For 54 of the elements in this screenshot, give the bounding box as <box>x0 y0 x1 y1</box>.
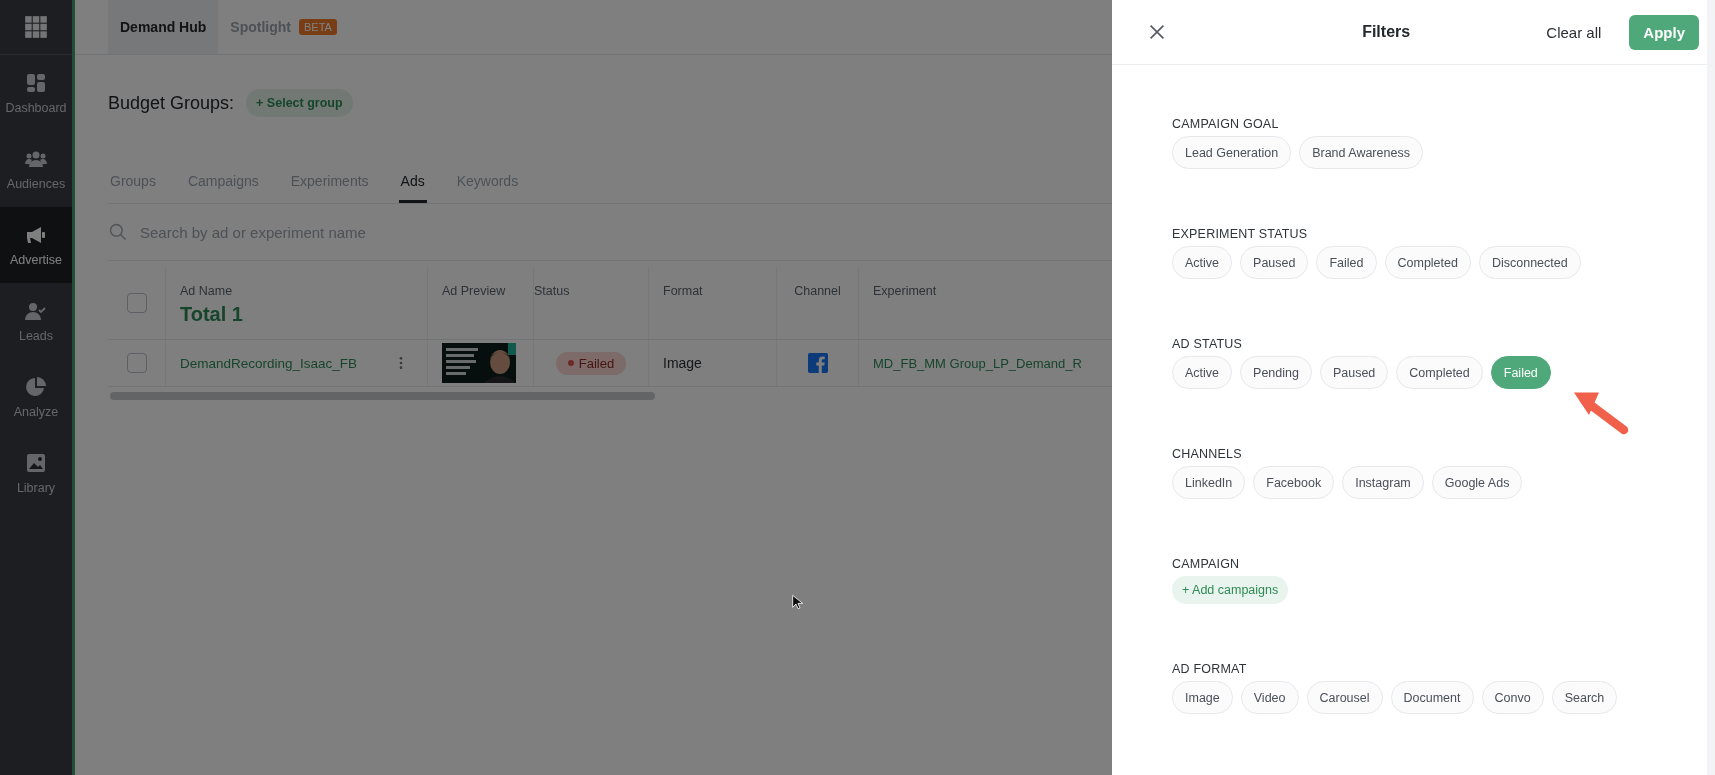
filter-chip[interactable]: Video <box>1240 681 1299 714</box>
filter-chip[interactable]: Brand Awareness <box>1299 136 1423 169</box>
search-icon <box>108 222 128 242</box>
filter-chip[interactable]: Lead Generation <box>1172 136 1292 169</box>
column-header: Format <box>663 284 703 298</box>
filter-chip[interactable]: Document <box>1390 681 1474 714</box>
total-count: Total 1 <box>180 303 243 326</box>
filter-chip[interactable]: Convo <box>1481 681 1544 714</box>
section-label: CAMPAIGN <box>1172 557 1241 571</box>
section-label: AD FORMAT <box>1172 662 1248 676</box>
tab[interactable]: Ads <box>398 169 427 203</box>
filter-chip[interactable]: Paused <box>1319 356 1389 389</box>
top-tab[interactable]: Demand Hub <box>120 15 207 39</box>
add-campaigns-button[interactable]: + Add campaigns <box>1172 576 1289 604</box>
filter-chip[interactable]: Active <box>1172 356 1233 389</box>
column-header: Experiment <box>873 284 937 298</box>
mouse-pointer-icon <box>790 594 806 610</box>
section-label: CHANNELS <box>1172 447 1243 461</box>
column-header: Ad Name <box>180 284 233 298</box>
filter-chip[interactable]: Facebook <box>1253 466 1335 499</box>
column-header: Channel <box>794 284 841 298</box>
section-label: EXPERIMENT STATUS <box>1172 227 1309 241</box>
filter-chip[interactable]: Active <box>1172 246 1233 279</box>
pie-chart-icon <box>24 375 48 399</box>
filter-chip[interactable]: Completed <box>1396 356 1483 389</box>
filter-chip[interactable]: Pending <box>1240 356 1312 389</box>
filter-chip[interactable]: LinkedIn <box>1172 466 1246 499</box>
filter-chip[interactable]: Completed <box>1384 246 1471 279</box>
dashboard-icon <box>24 71 48 95</box>
checkbox[interactable] <box>126 293 147 313</box>
filter-chip[interactable]: Disconnected <box>1478 246 1581 279</box>
sidebar-item[interactable]: Advertise <box>0 207 72 283</box>
filter-chip[interactable]: Carousel <box>1306 681 1383 714</box>
panel-title: Filters <box>1361 23 1412 41</box>
beta-badge: BETA <box>299 19 337 35</box>
filter-chip[interactable]: Failed <box>1316 246 1377 279</box>
grid-icon <box>23 14 49 40</box>
format-text: Image <box>663 355 702 371</box>
column-header: Status <box>534 284 570 298</box>
filter-chip[interactable]: Google Ads <box>1431 466 1523 499</box>
scrollbar-thumb[interactable] <box>110 392 655 400</box>
section-label: AD STATUS <box>1172 337 1244 351</box>
section-label: CAMPAIGN GOAL <box>1172 117 1280 131</box>
status-badge: Failed <box>555 351 627 375</box>
image-icon <box>24 451 48 475</box>
filter-chip[interactable]: Instagram <box>1342 466 1424 499</box>
checkbox[interactable] <box>126 353 147 373</box>
filter-chip[interactable]: Image <box>1172 681 1233 714</box>
column-header: Ad Preview <box>442 284 506 298</box>
filter-chip[interactable]: Paused <box>1240 246 1309 279</box>
facebook-icon <box>807 353 828 373</box>
filter-chip[interactable]: Search <box>1551 681 1618 714</box>
clear-all-button[interactable]: Clear all <box>1540 22 1608 42</box>
budget-groups-label: Budget Groups: <box>108 92 235 114</box>
